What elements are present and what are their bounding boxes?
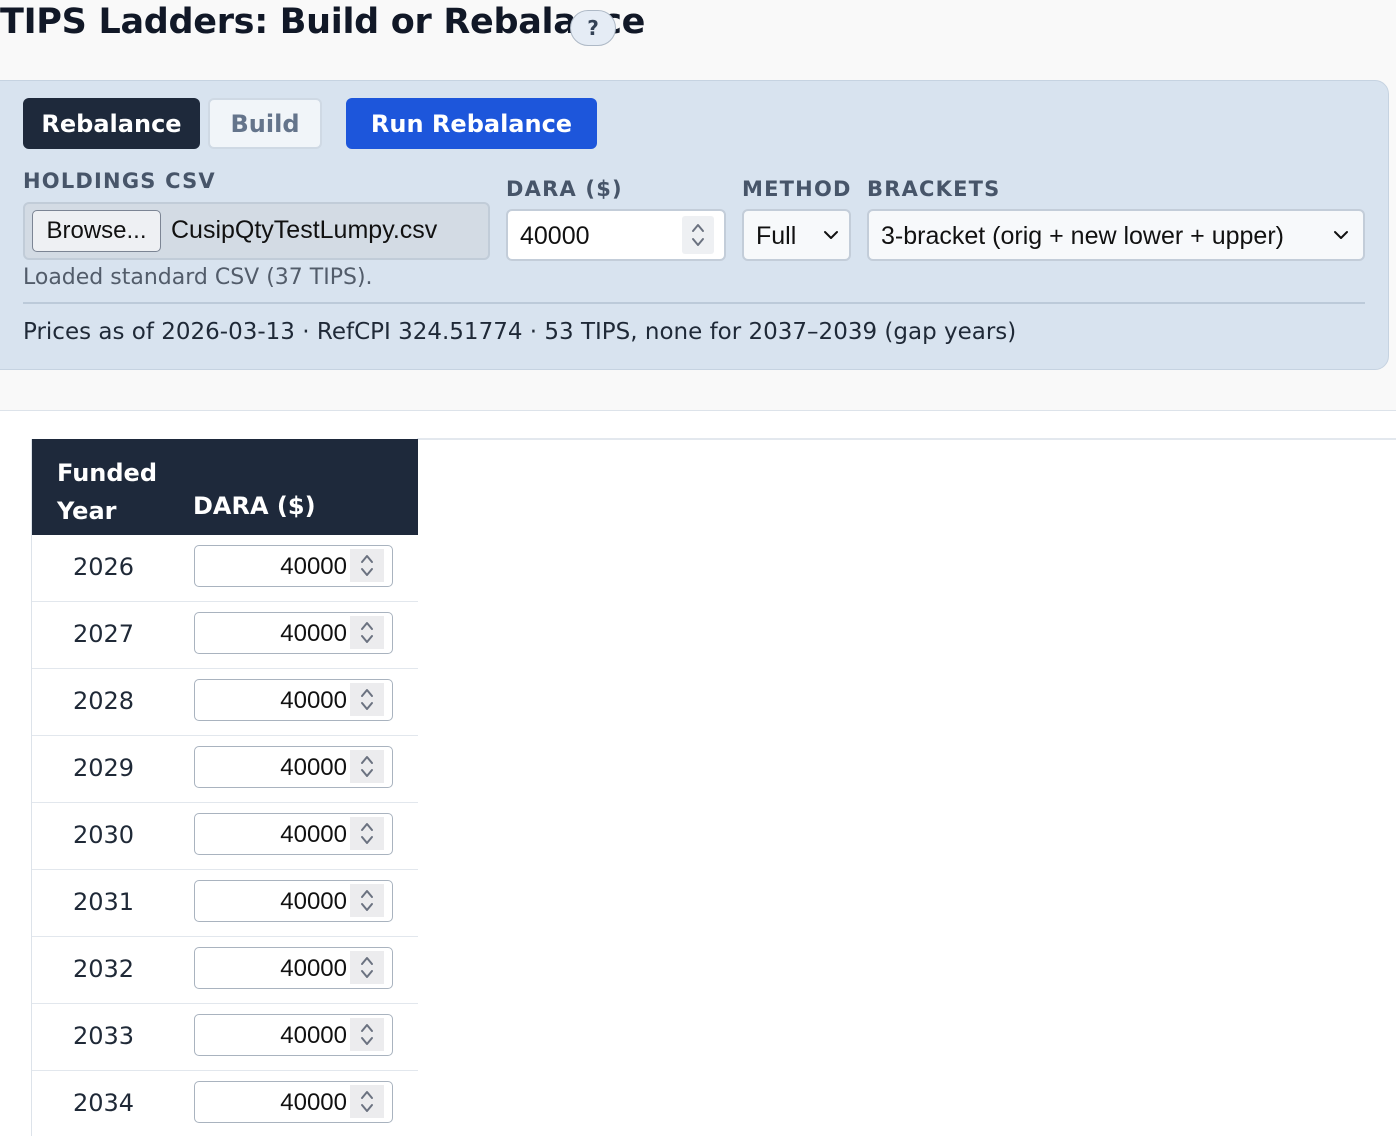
holdings-status: Loaded standard CSV (37 TIPS). (23, 265, 373, 290)
results-divider (417, 438, 1396, 440)
run-rebalance-button[interactable]: Run Rebalance (346, 98, 597, 149)
table-row: 2034 40000 (32, 1071, 418, 1136)
table-row: 2031 40000 (32, 870, 418, 937)
method-label: METHOD (742, 177, 852, 201)
table-row: 2027 40000 (32, 602, 418, 669)
page-title: TIPS Ladders: Build or Rebalance (0, 2, 646, 42)
dara-input-value: 40000 (520, 222, 590, 250)
funded-year-cell: 2030 (73, 821, 135, 849)
spinner-arrows-icon (361, 622, 373, 643)
table-row: 2033 40000 (32, 1004, 418, 1071)
mode-tab-rebalance[interactable]: Rebalance (23, 98, 200, 149)
row-dara-input[interactable]: 40000 (194, 1014, 393, 1056)
brackets-select-value: 3-bracket (orig + new lower + upper) (881, 222, 1284, 250)
controls-panel: Rebalance Build Run Rebalance HOLDINGS C… (0, 80, 1389, 370)
spinner-arrows-icon (361, 555, 373, 576)
browse-button[interactable]: Browse... (32, 210, 161, 252)
row-dara-value: 40000 (280, 620, 347, 647)
results-area: Funded Year DARA ($) 2026 40000 2027 40000 2… (0, 410, 1396, 1136)
brackets-label: BRACKETS (867, 177, 1001, 201)
funded-year-cell: 2029 (73, 754, 135, 782)
funded-year-cell: 2027 (73, 620, 135, 648)
holdings-csv-label: HOLDINGS CSV (23, 169, 216, 193)
spinner-arrows-icon (361, 689, 373, 710)
spinner-arrows-icon (361, 957, 373, 978)
help-button[interactable]: ? (570, 10, 616, 46)
row-dara-value: 40000 (280, 687, 347, 714)
row-dara-spinner[interactable] (350, 683, 384, 716)
row-dara-spinner[interactable] (350, 549, 384, 582)
spinner-arrows-icon (361, 1024, 373, 1045)
row-dara-input[interactable]: 40000 (194, 679, 393, 721)
dara-input[interactable]: 40000 (506, 209, 726, 261)
row-dara-value: 40000 (280, 1022, 347, 1049)
row-dara-input[interactable]: 40000 (194, 1081, 393, 1123)
funded-year-cell: 2028 (73, 687, 135, 715)
spinner-arrows-icon (692, 224, 704, 246)
table-row: 2028 40000 (32, 669, 418, 736)
row-dara-spinner[interactable] (350, 951, 384, 984)
row-dara-value: 40000 (280, 821, 347, 848)
row-dara-spinner[interactable] (350, 750, 384, 783)
row-dara-spinner[interactable] (350, 884, 384, 917)
column-header-funded-year: Funded Year (57, 454, 157, 530)
row-dara-input[interactable]: 40000 (194, 947, 393, 989)
table-header: Funded Year DARA ($) (32, 439, 418, 535)
page-header: TIPS Ladders: Build or Rebalance ? (0, 0, 1396, 52)
chevron-down-icon (1334, 231, 1348, 239)
spinner-arrows-icon (361, 823, 373, 844)
row-dara-input[interactable]: 40000 (194, 880, 393, 922)
row-dara-input[interactable]: 40000 (194, 746, 393, 788)
file-name: CusipQtyTestLumpy.csv (171, 216, 438, 244)
column-header-funded-year-label: Funded Year (57, 459, 158, 525)
row-dara-input[interactable]: 40000 (194, 545, 393, 587)
page: TIPS Ladders: Build or Rebalance ? Rebal… (0, 0, 1396, 1136)
row-dara-spinner[interactable] (350, 817, 384, 850)
row-dara-value: 40000 (280, 888, 347, 915)
panel-divider (23, 302, 1365, 304)
funded-year-cell: 2031 (73, 888, 135, 916)
row-dara-value: 40000 (280, 754, 347, 781)
dara-spinner[interactable] (682, 216, 714, 254)
funded-year-cell: 2026 (73, 553, 135, 581)
holdings-file-input[interactable]: Browse... CusipQtyTestLumpy.csv (23, 202, 490, 260)
table-row: 2029 40000 (32, 736, 418, 803)
method-select[interactable]: Full (742, 209, 851, 261)
spinner-arrows-icon (361, 756, 373, 777)
row-dara-spinner[interactable] (350, 616, 384, 649)
table-row: 2030 40000 (32, 803, 418, 870)
funded-year-cell: 2032 (73, 955, 135, 983)
row-dara-spinner[interactable] (350, 1085, 384, 1118)
spinner-arrows-icon (361, 890, 373, 911)
prices-info-line: Prices as of 2026-03-13 · RefCPI 324.517… (23, 319, 1017, 345)
dara-label: DARA ($) (506, 177, 623, 201)
funded-year-cell: 2034 (73, 1089, 135, 1117)
row-dara-value: 40000 (280, 955, 347, 982)
table-body: 2026 40000 2027 40000 2028 40000 2029 40000 2030… (32, 535, 418, 1136)
row-dara-spinner[interactable] (350, 1018, 384, 1051)
mode-tab-build[interactable]: Build (208, 98, 322, 149)
row-dara-value: 40000 (280, 1089, 347, 1116)
chevron-down-icon (824, 231, 838, 239)
row-dara-input[interactable]: 40000 (194, 813, 393, 855)
spinner-arrows-icon (361, 1091, 373, 1112)
column-header-dara: DARA ($) (193, 492, 316, 520)
row-dara-value: 40000 (280, 553, 347, 580)
row-dara-input[interactable]: 40000 (194, 612, 393, 654)
brackets-select[interactable]: 3-bracket (orig + new lower + upper) (867, 209, 1365, 261)
method-select-value: Full (756, 222, 797, 250)
funded-year-cell: 2033 (73, 1022, 135, 1050)
dara-table: Funded Year DARA ($) 2026 40000 2027 40000 2… (31, 439, 418, 1136)
table-row: 2032 40000 (32, 937, 418, 1004)
table-row: 2026 40000 (32, 535, 418, 602)
